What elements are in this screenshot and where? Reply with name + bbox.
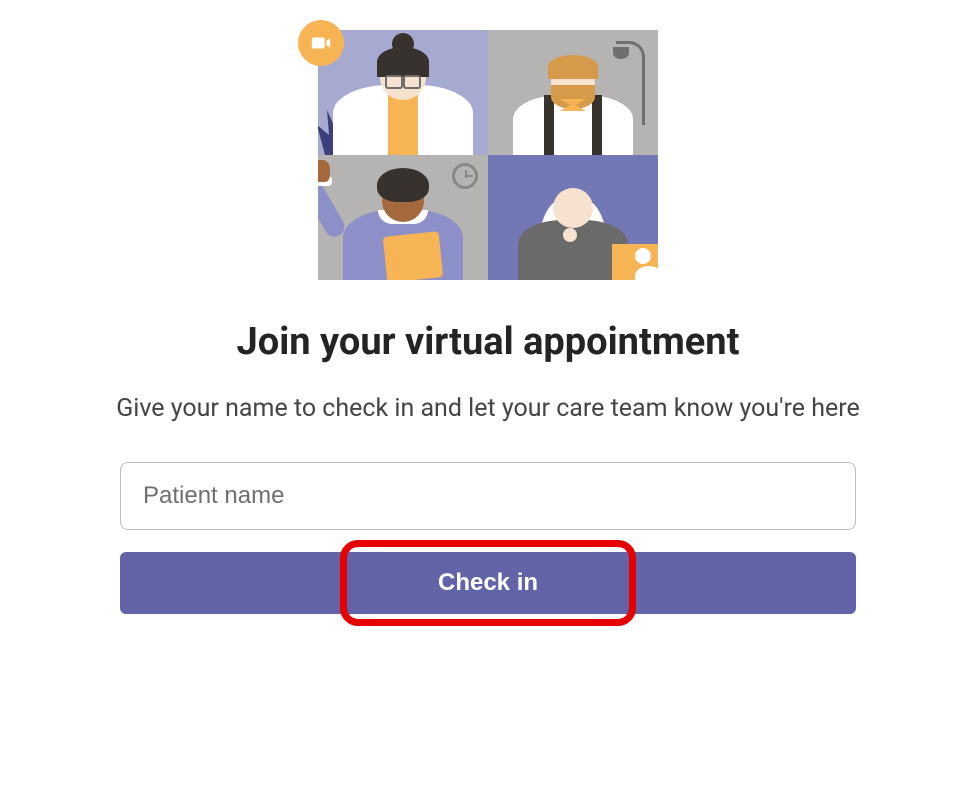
page-subtitle: Give your name to check in and let your … <box>116 392 860 426</box>
video-call-illustration <box>298 20 678 280</box>
participant-tile-2 <box>488 30 658 155</box>
checkin-form: Check in <box>120 462 856 614</box>
participant-tile-4 <box>488 155 658 280</box>
check-in-button[interactable]: Check in <box>120 552 856 614</box>
participants-grid <box>318 30 658 280</box>
page-title: Join your virtual appointment <box>237 320 740 364</box>
participant-tile-1 <box>318 30 488 155</box>
video-camera-icon <box>298 20 344 66</box>
patient-name-input[interactable] <box>120 462 856 530</box>
participant-tile-3 <box>318 155 488 280</box>
virtual-appointment-checkin-page: Join your virtual appointment Give your … <box>0 0 976 805</box>
self-view-thumbnail <box>612 244 658 280</box>
